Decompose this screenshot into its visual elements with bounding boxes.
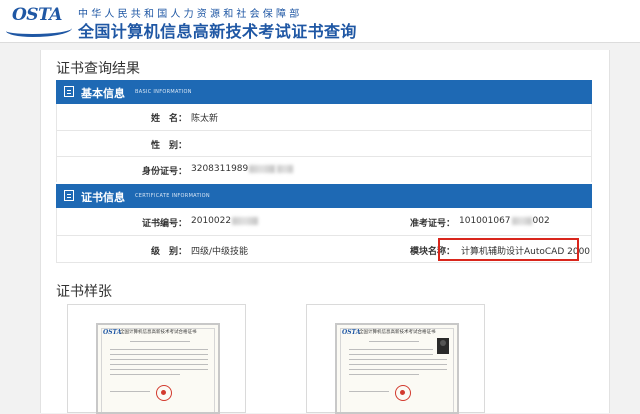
document-icon xyxy=(64,86,74,97)
id-number-value: 3208311989 xyxy=(191,164,294,174)
name-value: 陈太新 xyxy=(191,114,219,124)
cert-info-title: 证书信息 xyxy=(81,191,125,204)
logo-swoosh-icon xyxy=(6,22,72,37)
table-row: 证书编号： 2010022 准考证号： 101001067 002 xyxy=(57,208,591,236)
cert-number-text: 2010022 xyxy=(191,216,232,226)
cert-text-line xyxy=(110,374,180,375)
table-row: 姓 名： 陈太新 xyxy=(57,104,591,131)
cert-text-line xyxy=(349,349,433,350)
level-label: 级 别： xyxy=(150,247,187,257)
id-number-text: 3208311989 xyxy=(191,164,249,174)
gender-label: 性 别： xyxy=(150,141,187,151)
cert-title-text: 全国计算机信息高新技术考试合格证书 xyxy=(359,330,436,335)
holder-photo xyxy=(437,338,449,354)
red-seal-icon xyxy=(156,385,172,401)
osta-logo[interactable]: OSTA xyxy=(6,5,74,37)
site-title: 全国计算机信息高新技术考试证书查询 xyxy=(78,22,357,41)
certificate-image: OSTA 全国计算机信息高新技术考试合格证书 xyxy=(96,323,220,414)
certificate-icon xyxy=(64,190,74,201)
cert-text-line xyxy=(110,391,150,392)
cert-text-line xyxy=(110,369,208,370)
site-header: OSTA 中华人民共和国人力资源和社会保障部 全国计算机信息高新技术考试证书查询 xyxy=(0,0,640,43)
table-row: 性 别： xyxy=(57,131,591,157)
cert-text-line xyxy=(369,341,419,342)
cert-info-bar: 证书信息 CERTIFICATE INFORMATION xyxy=(56,184,592,208)
certificate-sample-1[interactable]: OSTA 全国计算机信息高新技术考试合格证书 xyxy=(67,304,246,414)
cert-number-value: 2010022 xyxy=(191,216,259,226)
exam-number-suffix: 002 xyxy=(532,216,550,226)
basic-info-title-en: BASIC INFORMATION xyxy=(135,89,192,95)
redacted-mask xyxy=(232,216,259,225)
certificate-image: OSTA 全国计算机信息高新技术考试合格证书 xyxy=(335,323,459,414)
cert-text-line xyxy=(130,341,190,342)
redacted-mask xyxy=(511,216,532,225)
exam-number-label: 准考证号： xyxy=(409,219,455,229)
cert-number-label: 证书编号： xyxy=(141,219,187,229)
cert-logo-text: OSTA xyxy=(103,329,122,336)
cert-text-line xyxy=(349,369,447,370)
sample-heading: 证书样张 xyxy=(56,284,112,300)
cert-text-line xyxy=(349,359,447,360)
cert-title-text: 全国计算机信息高新技术考试合格证书 xyxy=(120,330,197,335)
red-seal-icon xyxy=(395,385,411,401)
cert-text-line xyxy=(349,354,433,355)
cert-info-title-en: CERTIFICATE INFORMATION xyxy=(135,193,210,199)
cert-text-line xyxy=(110,359,208,360)
cert-text-line xyxy=(349,374,419,375)
cert-logo-text: OSTA xyxy=(342,329,361,336)
cert-text-line xyxy=(349,364,447,365)
basic-info-table: 姓 名： 陈太新 性 别： 身份证号： 3208311989 xyxy=(56,104,592,182)
result-heading: 证书查询结果 xyxy=(56,61,140,77)
cert-text-line xyxy=(110,364,208,365)
redacted-mask xyxy=(249,164,276,173)
exam-number-prefix: 101001067 xyxy=(459,216,511,226)
highlight-box xyxy=(438,238,579,261)
basic-info-title: 基本信息 xyxy=(81,87,125,100)
cert-text-line xyxy=(110,349,208,350)
cert-text-line xyxy=(110,354,208,355)
basic-info-bar: 基本信息 BASIC INFORMATION xyxy=(56,80,592,104)
certificate-sample-2[interactable]: OSTA 全国计算机信息高新技术考试合格证书 xyxy=(306,304,485,414)
id-number-label: 身份证号： xyxy=(141,167,187,177)
cert-text-line xyxy=(349,391,389,392)
level-value: 四级/中级技能 xyxy=(191,247,249,257)
table-row: 身份证号： 3208311989 xyxy=(57,157,591,182)
exam-number-value: 101001067 002 xyxy=(459,216,550,226)
name-label: 姓 名： xyxy=(150,114,187,124)
redacted-mask xyxy=(277,164,294,173)
